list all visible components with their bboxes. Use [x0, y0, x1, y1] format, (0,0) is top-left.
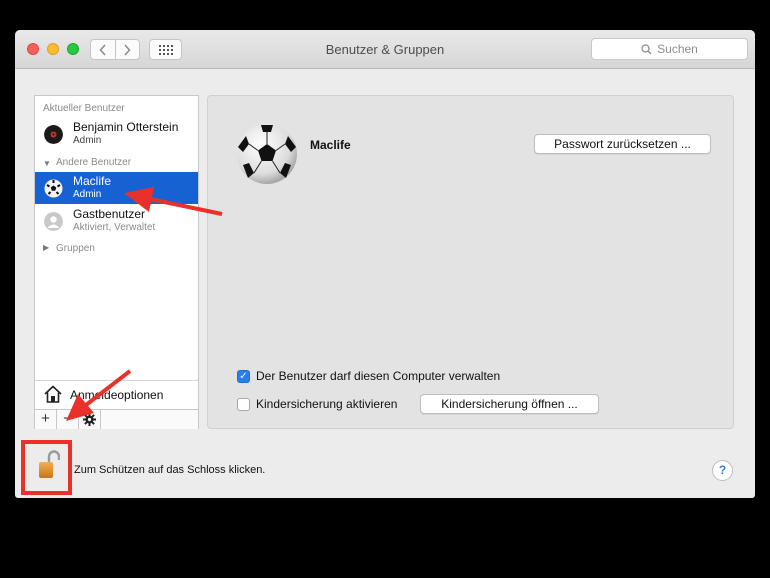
annotation-arrow-user — [124, 187, 223, 216]
annotation-arrow-remove — [66, 369, 132, 421]
annotation-arrows — [66, 187, 223, 421]
